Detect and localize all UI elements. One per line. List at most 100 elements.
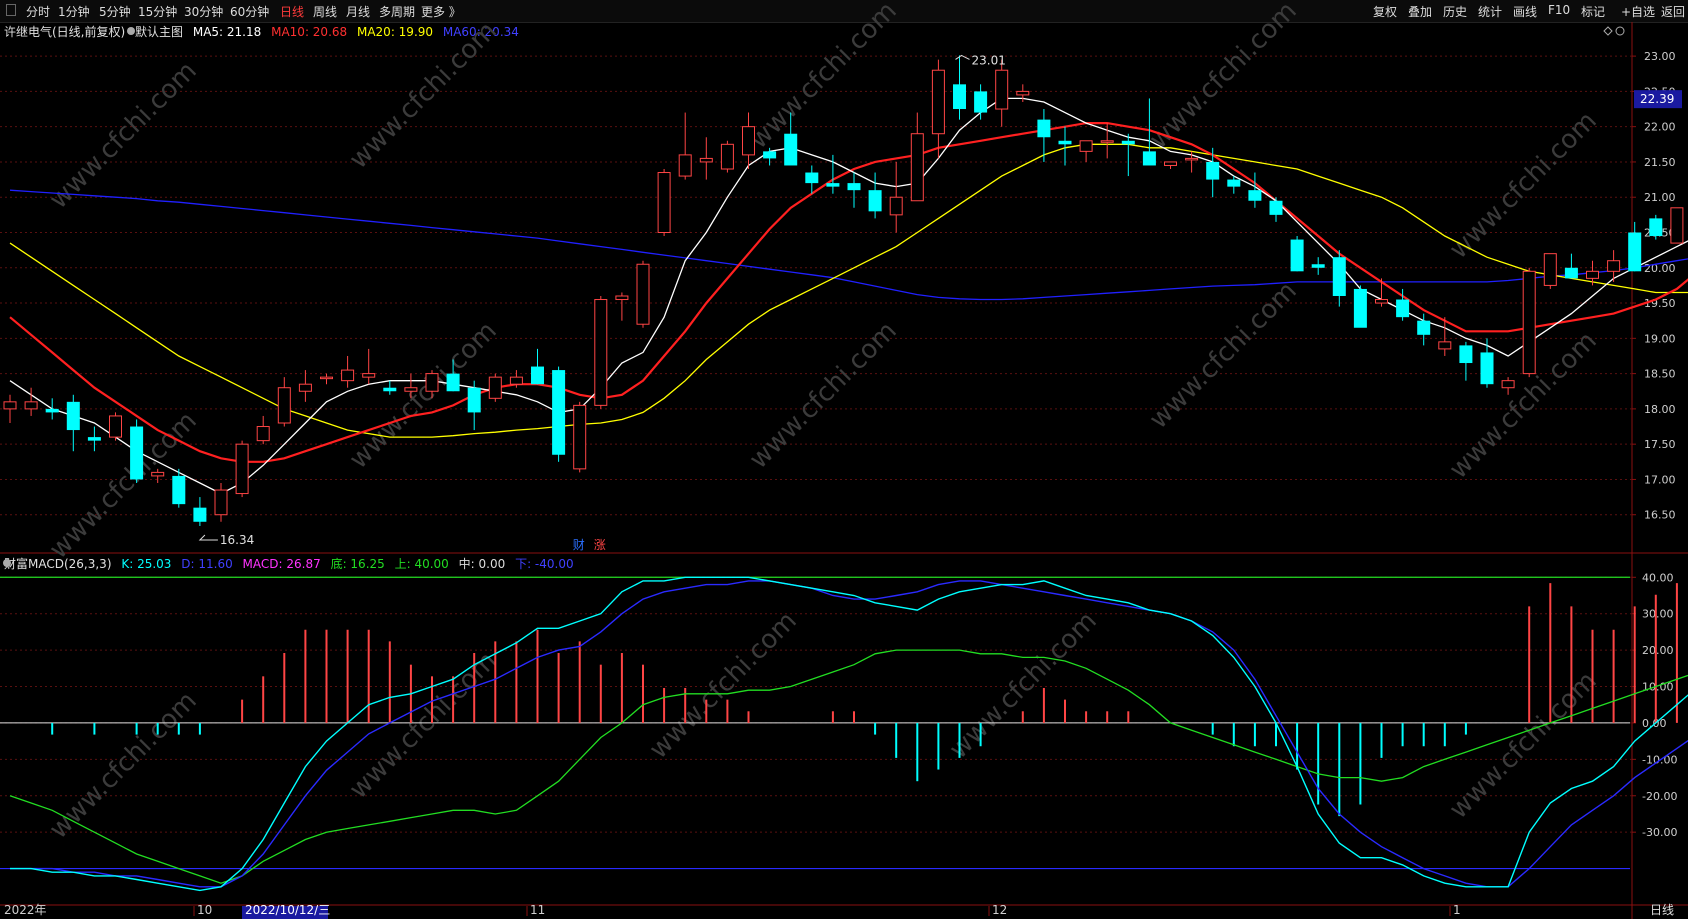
candle-up[interactable]	[1100, 140, 1114, 143]
candle-down[interactable]	[552, 370, 566, 455]
candle-up[interactable]	[1522, 270, 1536, 375]
candle-down[interactable]	[974, 91, 988, 113]
candle-up[interactable]	[615, 295, 629, 301]
candle-down[interactable]	[467, 387, 481, 413]
candle-down[interactable]	[1311, 264, 1325, 268]
candle-up[interactable]	[109, 415, 122, 438]
y-tick-label: 19.00	[1644, 332, 1676, 345]
watermark-text: www.cfchi.com	[1444, 666, 1603, 825]
y-tick-label: 19.50	[1644, 297, 1676, 310]
candle-down[interactable]	[1417, 320, 1431, 335]
candle-down[interactable]	[784, 133, 798, 166]
watermark-text: www.cfchi.com	[344, 646, 503, 805]
candle-down[interactable]	[66, 401, 80, 431]
candle-down[interactable]	[868, 190, 882, 212]
y-tick-label: 17.00	[1644, 473, 1676, 486]
candle-up[interactable]	[1079, 140, 1093, 152]
candle-up[interactable]	[235, 443, 249, 495]
candle-down[interactable]	[1269, 200, 1283, 215]
candle-up[interactable]	[320, 376, 333, 380]
candle-down[interactable]	[1227, 179, 1241, 187]
candle-up[interactable]	[277, 387, 291, 424]
candle-up[interactable]	[910, 133, 924, 202]
diamond-icon[interactable]	[1603, 26, 1613, 36]
candle-up[interactable]	[509, 376, 523, 385]
event-marker-1[interactable]: 涨	[594, 537, 606, 552]
candle-up[interactable]	[1543, 253, 1557, 286]
candle-down[interactable]	[847, 183, 861, 191]
candle-down[interactable]	[531, 366, 544, 385]
osc-tick-label: 30.00	[1642, 608, 1674, 621]
candle-up[interactable]	[1670, 207, 1684, 244]
candle-up[interactable]	[298, 383, 312, 392]
candle-up[interactable]	[1016, 90, 1030, 96]
candle-up[interactable]	[24, 401, 38, 410]
candle-down[interactable]	[1332, 257, 1346, 296]
candle-up[interactable]	[341, 369, 355, 382]
candle-down[interactable]	[1248, 190, 1262, 201]
candle-down[interactable]	[763, 151, 777, 159]
candle-up[interactable]	[1164, 161, 1177, 166]
candle-up[interactable]	[995, 69, 1009, 110]
date-label: 2022年	[4, 903, 47, 917]
candle-up[interactable]	[362, 373, 376, 378]
candle-down[interactable]	[1628, 232, 1642, 272]
candle-down[interactable]	[130, 426, 144, 480]
candle-down[interactable]	[1396, 299, 1410, 318]
candle-up[interactable]	[1438, 341, 1452, 350]
mode-toggle-icon[interactable]	[127, 27, 135, 35]
candle-down[interactable]	[1206, 161, 1220, 180]
candle-up[interactable]	[594, 299, 608, 406]
candle-up[interactable]	[573, 404, 587, 470]
candle-up[interactable]	[678, 154, 692, 177]
candle-up[interactable]	[3, 401, 17, 410]
stock-chart[interactable]: 23.0022.5022.0021.5021.0020.5020.0019.50…	[0, 0, 1688, 919]
candle-up[interactable]	[720, 143, 734, 170]
candle-down[interactable]	[826, 183, 840, 187]
candle-down[interactable]	[383, 387, 397, 392]
candle-up[interactable]	[425, 373, 439, 392]
candle-down[interactable]	[1290, 239, 1304, 272]
candle-down[interactable]	[1564, 267, 1578, 279]
candle-up[interactable]	[151, 471, 165, 477]
candle-up[interactable]	[404, 387, 418, 392]
circle-icon[interactable]	[1615, 26, 1625, 36]
candle-up[interactable]	[889, 196, 903, 216]
candle-down[interactable]	[172, 475, 186, 505]
candle-down[interactable]	[1037, 119, 1051, 138]
candle-down[interactable]	[1142, 151, 1156, 166]
candle-up[interactable]	[657, 172, 671, 233]
candle-down[interactable]	[87, 437, 101, 441]
candle-down[interactable]	[446, 373, 460, 392]
candle-down[interactable]	[193, 507, 207, 522]
candle-up[interactable]	[931, 69, 945, 135]
candle-down[interactable]	[1480, 352, 1494, 385]
indicator-toggle-icon[interactable]	[3, 559, 11, 567]
candle-up[interactable]	[1501, 380, 1515, 389]
candle-up[interactable]	[1607, 260, 1621, 272]
candle-down[interactable]	[805, 172, 819, 184]
candle-down[interactable]	[1459, 345, 1473, 364]
candle-up[interactable]	[1586, 270, 1599, 279]
y-tick-label: 22.00	[1644, 121, 1676, 134]
y-tick-label: 23.00	[1644, 50, 1676, 63]
candle-up[interactable]	[1375, 299, 1388, 304]
candle-down[interactable]	[1353, 288, 1367, 328]
candle-down[interactable]	[1649, 218, 1663, 237]
candle-down[interactable]	[45, 408, 59, 413]
watermark-text: www.cfchi.com	[44, 56, 203, 215]
candle-up[interactable]	[488, 376, 502, 399]
candle-down[interactable]	[1121, 140, 1135, 145]
candle-up[interactable]	[214, 489, 228, 516]
candle-up[interactable]	[1185, 157, 1199, 161]
candle-up[interactable]	[636, 263, 650, 325]
low-price-label: 16.34	[220, 533, 254, 547]
candle-down[interactable]	[1058, 140, 1072, 145]
candle-up[interactable]	[699, 157, 713, 163]
event-marker-0[interactable]: 财	[573, 538, 585, 552]
candle-down[interactable]	[953, 84, 966, 110]
low-marker	[198, 534, 218, 541]
candle-up[interactable]	[742, 126, 755, 156]
candle-up[interactable]	[256, 426, 270, 442]
watermark-text: www.cfchi.com	[344, 16, 503, 175]
